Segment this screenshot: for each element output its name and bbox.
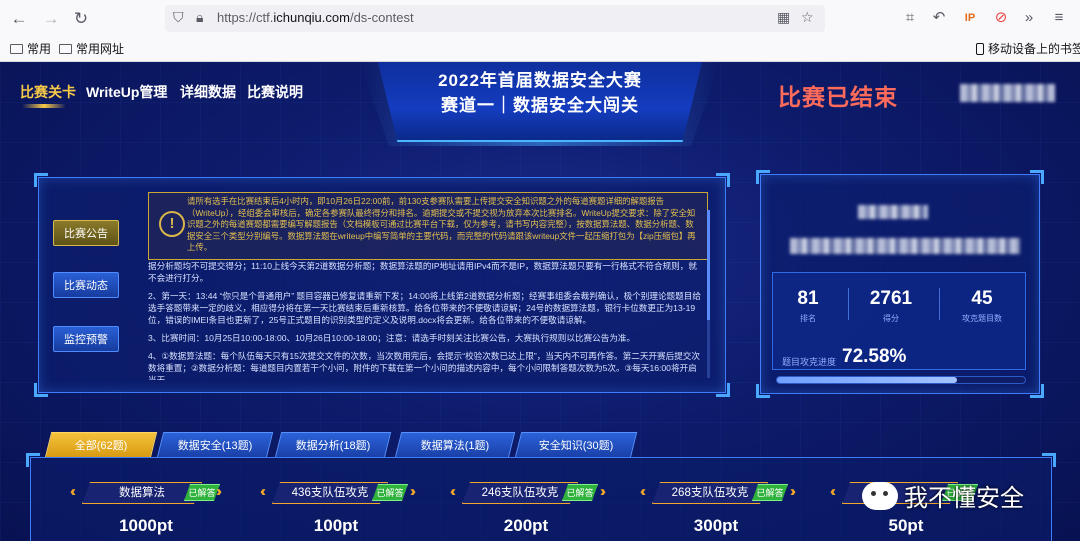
watermark: 我不懂安全 <box>862 478 1024 513</box>
mobile-device-icon <box>976 43 984 55</box>
stat-divider <box>848 288 849 320</box>
announcement-paragraph: 2、第一天：13:44 “你只是个普通用户” 题目容器已修复请重新下发；14:0… <box>148 291 701 325</box>
progress-bar <box>776 376 1026 384</box>
redacted-username[interactable] <box>960 84 1055 102</box>
folder-icon <box>10 44 23 54</box>
challenge-card-title[interactable]: 246支队伍攻克 <box>462 482 578 504</box>
corner-decoration <box>756 384 770 398</box>
chevron-left-icon: ‹‹ <box>640 483 646 500</box>
chevron-right-icon: ›› <box>790 483 796 500</box>
challenge-points: 1000pt <box>119 516 173 535</box>
overflow-chevron-icon[interactable]: » <box>1019 8 1039 28</box>
solved-badge: 已解答 <box>372 484 408 501</box>
back-arrow-icon[interactable]: ← <box>8 8 30 30</box>
announcement-content[interactable]: 据分析题均不可提交得分；11:10上线今天第2道数据分析题；数据算法题的IP地址… <box>148 260 704 380</box>
challenge-card-title[interactable]: 268支队伍攻克 <box>652 482 768 504</box>
stat-divider <box>939 288 940 320</box>
chevron-right-icon: ›› <box>600 483 606 500</box>
challenge-points: 300pt <box>693 516 739 535</box>
solved-count-label: 攻克题目数 <box>962 314 1002 323</box>
shield-icon[interactable]: ⛉ <box>173 9 184 26</box>
ip-extension-icon[interactable]: IP <box>960 8 980 28</box>
announcement-paragraph: 3、比赛时间：10月25日10:00-18:00、10月26日10:00-18:… <box>148 333 636 343</box>
challenge-points: 200pt <box>503 516 549 535</box>
challenge-card-title[interactable]: 数据算法 <box>82 482 202 504</box>
bookmarks-bar: 常用 常用网址 移动设备上的书签 <box>0 36 1080 60</box>
solved-badge: 已解答 <box>562 484 598 501</box>
corner-decoration <box>34 383 48 397</box>
nav-rules[interactable]: 比赛说明 <box>247 82 303 102</box>
forward-arrow-icon[interactable]: → <box>40 8 62 30</box>
score-value: 2761 <box>869 288 913 309</box>
mobile-bookmarks[interactable]: 移动设备上的书签 <box>976 40 1080 57</box>
tab-data-security[interactable]: 数据安全(13题) <box>156 432 274 458</box>
sidebar-button-monitor[interactable]: 监控预警 <box>53 326 119 352</box>
challenge-card-title[interactable]: 436支队伍攻克 <box>272 482 388 504</box>
nav-challenges[interactable]: 比赛关卡 <box>20 82 76 102</box>
announcement-paragraph: 据分析题均不可提交得分；11:10上线今天第2道数据分析题；数据算法题的IP地址… <box>148 261 697 283</box>
corner-decoration <box>34 173 48 187</box>
nav-active-underline <box>22 104 66 108</box>
corner-decoration <box>1042 453 1056 467</box>
chevron-right-icon: ›› <box>410 483 416 500</box>
folder-icon <box>59 44 72 54</box>
sidebar-button-announcement[interactable]: 比赛公告 <box>53 220 119 246</box>
block-extension-icon[interactable]: ⊘ <box>991 8 1011 28</box>
progress-bar-fill <box>777 377 957 383</box>
browser-chrome: ← → ↻ ⛉ 🔒︎ https://ctf.ichunqiu.com/ds-c… <box>0 0 1080 62</box>
chevron-left-icon: ‹‹ <box>830 483 836 500</box>
announcement-paragraph: 4、①数据算法题：每个队伍每天只有15次提交文件的次数，当次数用完后，会提示“校… <box>148 351 700 380</box>
crop-icon[interactable]: ⌗ <box>900 8 920 28</box>
lock-icon[interactable]: 🔒︎ <box>196 9 203 26</box>
nav-writeup[interactable]: WriteUp管理 <box>86 82 167 102</box>
tab-data-analysis[interactable]: 数据分析(18题) <box>274 432 392 458</box>
page-subtitle: 赛道一｜数据安全大闯关 <box>441 96 639 115</box>
chevron-left-icon: ‹‹ <box>260 483 266 500</box>
exclamation-icon: ! <box>159 211 185 237</box>
address-bar[interactable]: ⛉ 🔒︎ https://ctf.ichunqiu.com/ds-contest… <box>165 5 825 32</box>
corner-decoration <box>1030 384 1044 398</box>
chevron-left-icon: ‹‹ <box>450 483 456 500</box>
tab-security-knowledge[interactable]: 安全知识(30题) <box>514 432 638 458</box>
page-title: 2022年首届数据安全大赛 <box>438 71 642 90</box>
scrollbar-thumb[interactable] <box>707 210 710 320</box>
solved-count-value: 45 <box>971 288 993 309</box>
tab-data-algorithm[interactable]: 数据算法(1题) <box>394 432 516 458</box>
redacted-team-name <box>858 205 928 219</box>
bookmark-folder-common-sites[interactable]: 常用网址 <box>59 40 124 57</box>
url-text[interactable]: https://ctf.ichunqiu.com/ds-contest <box>217 10 414 25</box>
redacted-team-info <box>790 238 1020 254</box>
reload-icon[interactable]: ↻ <box>70 8 92 30</box>
rank-value: 81 <box>797 288 819 309</box>
solved-badge: 已解答 <box>752 484 788 501</box>
nav-details[interactable]: 详细数据 <box>180 82 236 102</box>
menu-icon[interactable]: ≡ <box>1049 8 1069 28</box>
qr-code-icon[interactable]: ▦ <box>777 9 790 26</box>
bookmark-folder-common[interactable]: 常用 <box>10 40 51 57</box>
sidebar-button-updates[interactable]: 比赛动态 <box>53 272 119 298</box>
rank-label: 排名 <box>800 314 816 323</box>
corner-decoration <box>1030 170 1044 184</box>
corner-decoration <box>26 453 40 467</box>
pinned-notice: ! 请所有选手在比赛结束后4小时内，即10月26日22:00前，前130支参赛队… <box>148 192 708 260</box>
undo-icon[interactable]: ↶ <box>929 8 949 28</box>
corner-decoration <box>716 173 730 187</box>
pinned-notice-text: 请所有选手在比赛结束后4小时内，即10月26日22:00前，前130支参赛队需要… <box>187 196 696 252</box>
solved-badge: 已解答 <box>184 484 220 501</box>
progress-label: 题目攻克进度 <box>782 357 837 367</box>
bookmark-star-icon[interactable]: ☆ <box>801 9 814 26</box>
score-label: 得分 <box>883 314 899 323</box>
challenge-points: 100pt <box>313 516 359 535</box>
browser-toolbar: ← → ↻ ⛉ 🔒︎ https://ctf.ichunqiu.com/ds-c… <box>0 0 1080 36</box>
progress-value: 72.58% <box>842 346 907 367</box>
wechat-logo-icon <box>862 482 898 510</box>
contest-status: 比赛已结束 <box>778 84 898 110</box>
corner-decoration <box>756 170 770 184</box>
contest-page: 比赛关卡 WriteUp管理 详细数据 比赛说明 2022年首届数据安全大赛 赛… <box>0 62 1080 541</box>
chevron-left-icon: ‹‹ <box>70 483 76 500</box>
challenge-points: 50pt <box>888 516 924 535</box>
tab-all[interactable]: 全部(62题) <box>44 432 158 458</box>
corner-decoration <box>716 383 730 397</box>
chevron-right-icon: ›› <box>216 483 222 500</box>
